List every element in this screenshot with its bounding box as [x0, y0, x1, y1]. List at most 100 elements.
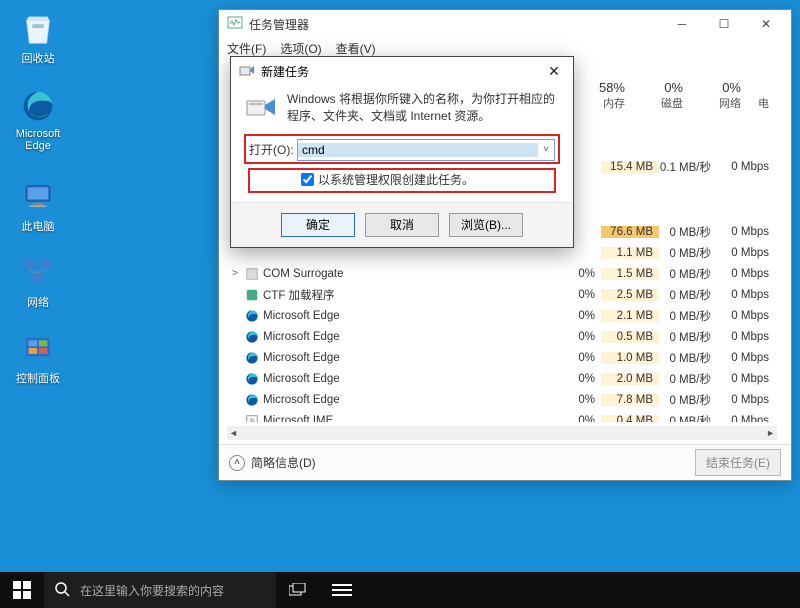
desktop-icon-label: Microsoft Edge [6, 128, 70, 152]
open-label: 打开(O): [249, 141, 297, 158]
search-placeholder: 在这里输入你要搜索的内容 [80, 582, 224, 599]
task-manager-menu: 文件(F) 选项(O) 查看(V) [219, 38, 791, 58]
scroll-left-icon[interactable]: ◄ [229, 428, 238, 438]
open-input[interactable] [298, 143, 538, 157]
cpu-cell: 0% [543, 394, 601, 406]
process-icon [243, 267, 261, 281]
network-cell: 0 Mbps [717, 415, 775, 423]
network-cell: 0 Mbps [717, 289, 775, 301]
new-task-dialog: 新建任务 ✕ Windows 将根据你所键入的名称，为你打开相应的程序、文件夹、… [230, 56, 574, 248]
cpu-cell: 0% [543, 331, 601, 343]
process-row[interactable]: Microsoft Edge0%1.0 MB0 MB/秒0 Mbps [227, 347, 791, 368]
edge-icon [18, 86, 58, 126]
process-icon [243, 393, 261, 407]
memory-cell: 1.0 MB [601, 352, 659, 364]
dialog-title: 新建任务 [261, 63, 309, 80]
process-row[interactable]: Microsoft Edge0%2.0 MB0 MB/秒0 Mbps [227, 368, 791, 389]
process-row[interactable]: Microsoft Edge0%7.8 MB0 MB/秒0 Mbps [227, 389, 791, 410]
end-task-button[interactable]: 结束任务(E) [695, 449, 781, 476]
process-name: Microsoft IME [261, 415, 543, 423]
memory-cell: 0.4 MB [601, 415, 659, 423]
task-view-button[interactable] [276, 572, 320, 608]
col-disk[interactable]: 0% 磁盘 [631, 80, 689, 111]
browse-button[interactable]: 浏览(B)... [449, 213, 523, 237]
cpu-cell: 0% [543, 268, 601, 280]
svg-text:あ: あ [248, 417, 256, 422]
close-button[interactable]: ✕ [745, 11, 787, 37]
memory-cell: 15.4 MB [601, 161, 659, 173]
run-icon [239, 62, 255, 81]
disk-cell: 0 MB/秒 [659, 287, 717, 303]
network-cell: 0 Mbps [717, 226, 775, 238]
cpu-cell: 0% [543, 289, 601, 301]
memory-cell: 2.1 MB [601, 310, 659, 322]
process-name: Microsoft Edge [261, 373, 543, 385]
scroll-right-icon[interactable]: ► [766, 428, 775, 438]
process-name: Microsoft Edge [261, 310, 543, 322]
disk-cell: 0 MB/秒 [659, 308, 717, 324]
disk-cell: 0 MB/秒 [659, 329, 717, 345]
cpu-cell: 0% [543, 373, 601, 385]
fewer-details-button[interactable]: ˄ 简略信息(D) [229, 454, 316, 471]
desktop-icon-recycle-bin[interactable]: 回收站 [6, 8, 70, 66]
taskbar-app-1[interactable] [320, 572, 364, 608]
dialog-close-button[interactable]: ✕ [541, 60, 567, 82]
disk-cell: 0 MB/秒 [659, 392, 717, 408]
memory-cell: 2.0 MB [601, 373, 659, 385]
col-extra[interactable]: 电 [747, 80, 775, 111]
cpu-cell: 0% [543, 352, 601, 364]
process-name: CTF 加载程序 [261, 287, 543, 303]
cancel-button[interactable]: 取消 [365, 213, 439, 237]
ok-button[interactable]: 确定 [281, 213, 355, 237]
menu-options[interactable]: 选项(O) [280, 40, 321, 57]
maximize-button[interactable]: ☐ [703, 11, 745, 37]
run-large-icon [245, 91, 277, 123]
admin-checkbox-label[interactable]: 以系统管理权限创建此任务。 [301, 171, 555, 188]
col-memory[interactable]: 58% 内存 [573, 80, 631, 111]
desktop-icon-label: 控制面板 [6, 370, 70, 386]
process-row[interactable]: Microsoft Edge0%2.1 MB0 MB/秒0 Mbps [227, 305, 791, 326]
process-row[interactable]: >COM Surrogate0%1.5 MB0 MB/秒0 Mbps [227, 263, 791, 284]
cpu-cell: 0% [543, 415, 601, 423]
desktop-icon-network[interactable]: 网络 [6, 252, 70, 310]
disk-cell: 0 MB/秒 [659, 224, 717, 240]
process-row[interactable]: あ Microsoft IME0%0.4 MB0 MB/秒0 Mbps [227, 410, 791, 422]
network-icon [18, 252, 58, 292]
process-icon [243, 330, 261, 344]
process-icon [243, 288, 261, 302]
column-headers: 58% 内存 0% 磁盘 0% 网络 电 [573, 80, 775, 111]
taskbar-search[interactable]: 在这里输入你要搜索的内容 [44, 572, 276, 608]
network-cell: 0 Mbps [717, 394, 775, 406]
control-panel-icon [18, 328, 58, 368]
desktop-icon-control-panel[interactable]: 控制面板 [6, 328, 70, 386]
desktop-icon-this-pc[interactable]: 此电脑 [6, 176, 70, 234]
process-icon [243, 351, 261, 365]
chevron-down-icon[interactable]: ˅ [538, 144, 554, 155]
disk-cell: 0 MB/秒 [659, 350, 717, 366]
process-name: Microsoft Edge [261, 352, 543, 364]
desktop-icon-edge[interactable]: Microsoft Edge [6, 86, 70, 152]
menu-view[interactable]: 查看(V) [336, 40, 376, 57]
dialog-titlebar[interactable]: 新建任务 ✕ [231, 57, 573, 85]
task-manager-titlebar[interactable]: 任务管理器 ─ ☐ ✕ [219, 10, 791, 38]
admin-checkbox[interactable] [301, 173, 314, 186]
taskbar: 在这里输入你要搜索的内容 [0, 572, 800, 608]
desktop-icon-label: 回收站 [6, 50, 70, 66]
horizontal-scrollbar[interactable]: ◄ ► [227, 426, 777, 440]
network-cell: 0 Mbps [717, 331, 775, 343]
disk-cell: 0 MB/秒 [659, 371, 717, 387]
expand-icon[interactable]: > [227, 268, 243, 279]
minimize-button[interactable]: ─ [661, 11, 703, 37]
recycle-bin-icon [18, 8, 58, 48]
process-row[interactable]: Microsoft Edge0%0.5 MB0 MB/秒0 Mbps [227, 326, 791, 347]
process-icon [243, 309, 261, 323]
dialog-button-row: 确定 取消 浏览(B)... [231, 202, 573, 247]
menu-file[interactable]: 文件(F) [227, 40, 266, 57]
open-combobox[interactable]: ˅ [297, 139, 555, 161]
start-button[interactable] [0, 572, 44, 608]
disk-cell: 0 MB/秒 [659, 413, 717, 423]
process-row[interactable]: CTF 加载程序0%2.5 MB0 MB/秒0 Mbps [227, 284, 791, 305]
disk-cell: 0.1 MB/秒 [659, 159, 717, 175]
col-network[interactable]: 0% 网络 [689, 80, 747, 111]
memory-cell: 1.5 MB [601, 268, 659, 280]
